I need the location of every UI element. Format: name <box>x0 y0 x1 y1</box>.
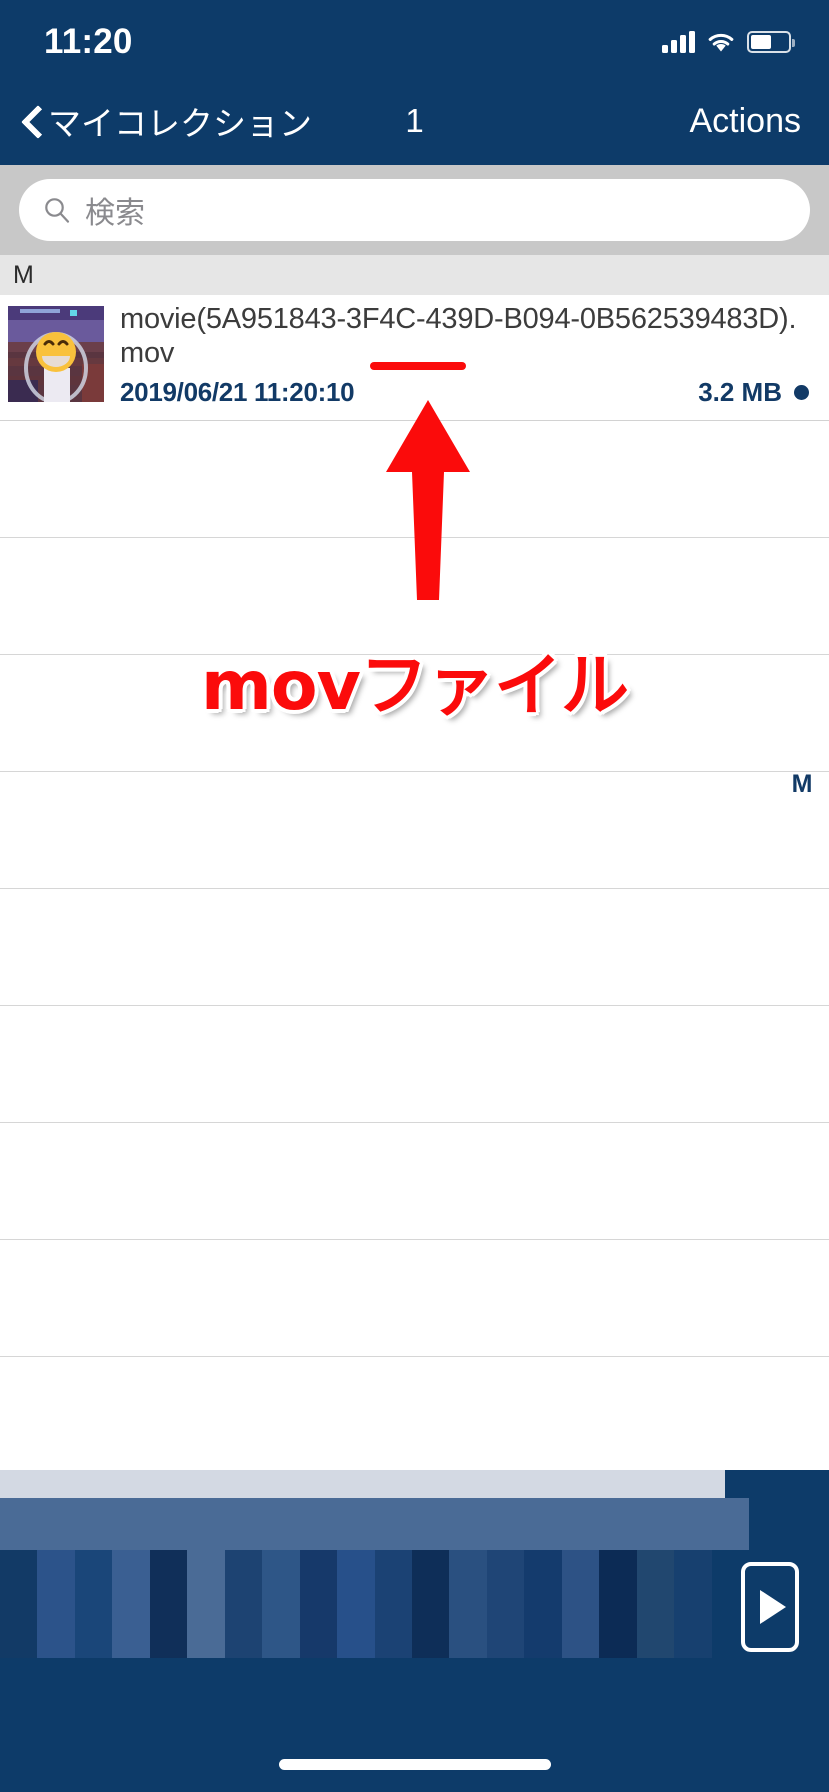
battery-icon <box>747 30 795 53</box>
red-underline-mark <box>370 362 466 370</box>
list-item <box>0 889 829 1005</box>
section-index-letter[interactable]: M <box>792 770 813 798</box>
video-player-overlay[interactable] <box>0 1470 829 1792</box>
wifi-icon <box>708 33 734 51</box>
search-bar-container: 検索 <box>0 165 829 255</box>
status-bar-indicators <box>662 25 795 53</box>
search-icon <box>45 198 70 223</box>
phone-screen: 11:20 マイコレクション 1 Actions 検索 M movie(5A95… <box>0 0 829 1792</box>
section-header: M <box>0 255 829 295</box>
actions-button[interactable]: Actions <box>690 102 802 141</box>
list-item <box>0 772 829 888</box>
list-item <box>0 1123 829 1239</box>
status-bar-clock: 11:20 <box>44 22 133 61</box>
status-bar: 11:20 <box>0 0 829 77</box>
play-button-icon[interactable] <box>741 1562 799 1652</box>
search-placeholder: 検索 <box>85 197 145 230</box>
list-item <box>0 1006 829 1122</box>
file-size: 3.2 MB <box>698 377 782 408</box>
video-thumbnail <box>8 306 104 402</box>
cellular-signal-icon <box>662 30 695 53</box>
section-header-label: M <box>13 260 34 289</box>
chevron-left-icon <box>22 102 44 140</box>
search-input[interactable]: 検索 <box>19 179 810 241</box>
back-button-label: マイコレクション <box>48 105 312 142</box>
video-strip-mid <box>0 1498 749 1550</box>
home-indicator <box>278 1759 551 1770</box>
red-arrow-annotation <box>386 400 470 600</box>
file-size-group: 3.2 MB <box>698 377 817 408</box>
file-name: movie(5A951843-3F4C-439D-B094-0B56253948… <box>120 303 797 369</box>
file-date: 2019/06/21 11:20:10 <box>120 377 355 408</box>
video-strip-top <box>0 1470 725 1498</box>
navigation-bar: マイコレクション 1 Actions <box>0 77 829 165</box>
list-item <box>0 1357 829 1473</box>
back-button[interactable]: マイコレクション <box>22 97 312 145</box>
annotation-label: movファイル <box>201 647 629 726</box>
status-badge <box>794 385 809 401</box>
list-item <box>0 1240 829 1356</box>
video-frame-pixels <box>0 1550 750 1658</box>
section-index-strip[interactable]: M <box>787 770 817 799</box>
